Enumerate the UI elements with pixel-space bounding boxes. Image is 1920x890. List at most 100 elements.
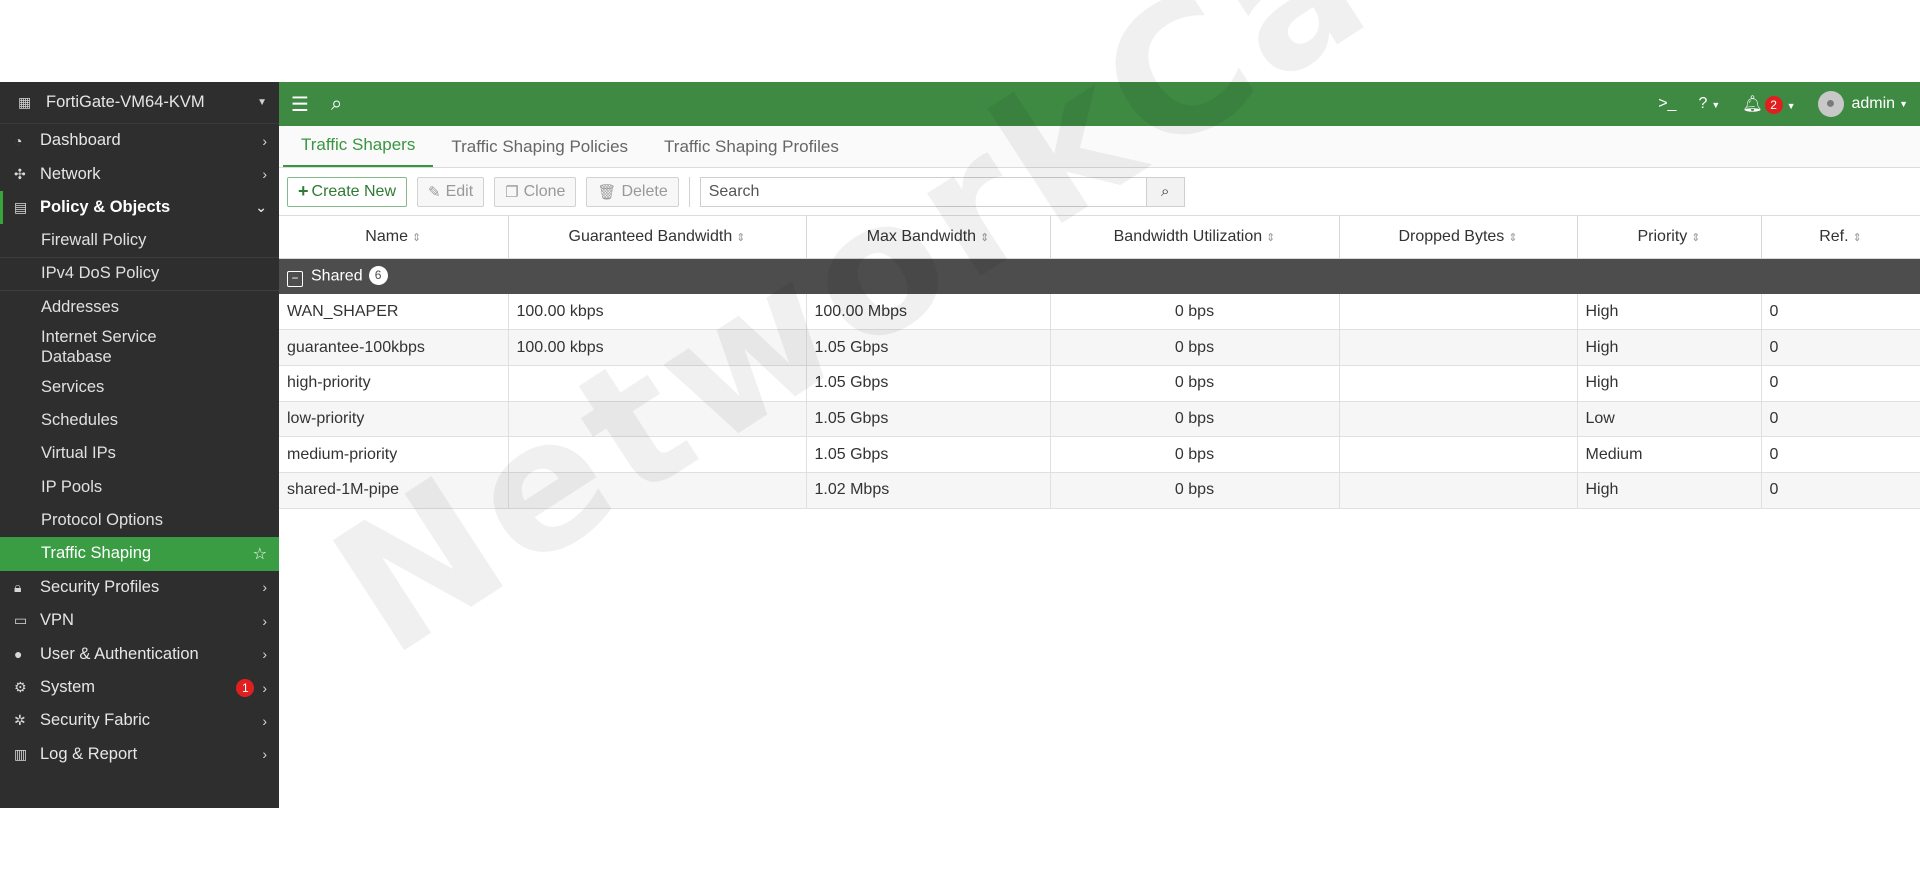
table-row[interactable]: medium-priority 1.05 Gbps 0 bps Medium 0 bbox=[279, 436, 1920, 473]
chevron-right-icon: › bbox=[262, 746, 267, 763]
table-row[interactable]: high-priority 1.05 Gbps 0 bps High 0 bbox=[279, 365, 1920, 402]
column-header-max-bandwidth[interactable]: Max Bandwidth ⇕ bbox=[806, 216, 1051, 259]
chevron-right-icon: › bbox=[262, 679, 267, 696]
table-row[interactable]: shared-1M-pipe 1.02 Mbps 0 bps High 0 bbox=[279, 472, 1920, 509]
cell-name: medium-priority bbox=[279, 436, 509, 473]
network-icon: ✣ bbox=[14, 165, 26, 182]
column-label: Priority bbox=[1637, 227, 1688, 245]
search-icon[interactable]: ⌕ bbox=[1145, 177, 1184, 206]
device-icon: ▦ bbox=[18, 94, 32, 110]
traffic-shapers-table: Name ⇕ Guaranteed Bandwidth ⇕ Max Bandwidt… bbox=[279, 216, 1920, 509]
sidebar-item-security-fabric[interactable]: ✲ Security Fabric › bbox=[0, 704, 279, 737]
column-header-guaranteed-bandwidth[interactable]: Guaranteed Bandwidth ⇕ bbox=[508, 216, 807, 259]
cell-ref-link[interactable]: 0 bbox=[1761, 401, 1920, 438]
column-header-priority[interactable]: Priority ⇕ bbox=[1577, 216, 1762, 259]
laptop-icon: ▭ bbox=[14, 612, 28, 629]
chevron-right-icon: › bbox=[262, 612, 267, 629]
cli-console-icon[interactable]: >_ bbox=[1658, 95, 1676, 113]
tab-traffic-shaping-policies[interactable]: Traffic Shaping Policies bbox=[433, 137, 646, 167]
table-row[interactable]: WAN_SHAPER 100.00 kbps 100.00 Mbps 0 bps… bbox=[279, 294, 1920, 331]
sidebar-subitem-protocol-options[interactable]: Protocol Options bbox=[0, 504, 279, 537]
cell-ref-link[interactable]: 0 bbox=[1761, 472, 1920, 509]
cell-name: WAN_SHAPER bbox=[279, 294, 509, 331]
chart-icon: ▥ bbox=[14, 745, 28, 762]
sidebar-item-log-report[interactable]: ▥ Log & Report › bbox=[0, 738, 279, 771]
cell-name: low-priority bbox=[279, 401, 509, 438]
sidebar-item-user-authentication[interactable]: ● User & Authentication › bbox=[0, 637, 279, 670]
create-new-button[interactable]: + Create New bbox=[287, 176, 407, 207]
cell-guaranteed bbox=[508, 472, 807, 509]
device-selector[interactable]: ▦ FortiGate-VM64-KVM ▼ bbox=[0, 82, 279, 124]
tab-traffic-shaping-profiles[interactable]: Traffic Shaping Profiles bbox=[646, 137, 857, 167]
sidebar-subitem-ipv4-dos-policy[interactable]: IPv4 DoS Policy bbox=[0, 258, 279, 291]
sidebar-subitem-ip-pools[interactable]: IP Pools bbox=[0, 471, 279, 504]
tab-traffic-shapers[interactable]: Traffic Shapers bbox=[283, 135, 434, 167]
sidebar-subitem-label: Traffic Shaping bbox=[41, 544, 152, 563]
sidebar-item-label: Log & Report bbox=[40, 744, 138, 763]
cell-utilization: 0 bps bbox=[1050, 329, 1340, 366]
sidebar-item-policy-objects[interactable]: ▤ Policy & Objects ⌄ bbox=[0, 190, 279, 225]
cell-name: high-priority bbox=[279, 365, 509, 402]
sidebar-subitem-addresses[interactable]: Addresses bbox=[0, 291, 279, 324]
sidebar-item-dashboard[interactable]: ◔ Dashboard › bbox=[0, 124, 279, 157]
column-header-ref[interactable]: Ref. ⇕ bbox=[1761, 216, 1920, 259]
user-menu[interactable]: ● admin ▼ bbox=[1817, 91, 1908, 117]
sidebar-subitem-schedules[interactable]: Schedules bbox=[0, 404, 279, 437]
sort-icon: ⇕ bbox=[1691, 231, 1701, 244]
delete-button[interactable]: 🗑︎ Delete bbox=[586, 176, 679, 207]
sidebar-subitem-label: Virtual IPs bbox=[41, 444, 116, 463]
hamburger-menu-icon[interactable]: ☰ bbox=[291, 92, 309, 117]
column-header-name[interactable]: Name ⇕ bbox=[279, 216, 509, 259]
tab-bar: Traffic Shapers Traffic Shaping Policies… bbox=[279, 126, 1920, 168]
sidebar-subitem-services[interactable]: Services bbox=[0, 370, 279, 403]
collapse-icon[interactable]: − bbox=[287, 271, 303, 287]
column-label: Max Bandwidth bbox=[866, 227, 977, 245]
cell-priority: High bbox=[1577, 365, 1762, 402]
cell-dropped bbox=[1339, 365, 1578, 402]
sidebar-item-vpn[interactable]: ▭ VPN › bbox=[0, 604, 279, 637]
cell-guaranteed: 100.00 kbps bbox=[508, 329, 807, 366]
button-label: Delete bbox=[621, 182, 668, 200]
sidebar-item-label: System bbox=[40, 678, 96, 697]
cell-name: shared-1M-pipe bbox=[279, 472, 509, 509]
gear-icon: ⚙ bbox=[14, 679, 27, 696]
cell-ref-link[interactable]: 0 bbox=[1761, 436, 1920, 473]
edit-button[interactable]: ✎ Edit bbox=[417, 176, 485, 207]
table-row[interactable]: guarantee-100kbps 100.00 kbps 1.05 Gbps … bbox=[279, 329, 1920, 366]
sidebar-subitem-virtual-ips[interactable]: Virtual IPs bbox=[0, 437, 279, 470]
cell-dropped bbox=[1339, 472, 1578, 509]
sidebar-subitem-firewall-policy[interactable]: Firewall Policy bbox=[0, 224, 279, 258]
sidebar-subitem-label: Protocol Options bbox=[41, 511, 163, 530]
sidebar-item-security-profiles[interactable]: 🔒︎ Security Profiles › bbox=[0, 571, 279, 604]
toolbar-divider bbox=[688, 176, 690, 207]
help-icon[interactable]: ? ▼ bbox=[1698, 95, 1720, 113]
column-label: Ref. bbox=[1819, 227, 1849, 245]
cell-dropped bbox=[1339, 401, 1578, 438]
button-label: Clone bbox=[523, 182, 566, 200]
column-header-bandwidth-utilization[interactable]: Bandwidth Utilization ⇕ bbox=[1050, 216, 1340, 259]
search-input[interactable] bbox=[700, 177, 1146, 206]
sort-icon: ⇕ bbox=[1508, 231, 1518, 244]
sidebar-item-label: Dashboard bbox=[40, 131, 121, 150]
cell-ref-link[interactable]: 0 bbox=[1761, 294, 1920, 331]
chevron-right-icon: › bbox=[262, 646, 267, 663]
clone-button[interactable]: ❐ Clone bbox=[494, 176, 577, 207]
cell-ref-link[interactable]: 0 bbox=[1761, 329, 1920, 366]
user-name: admin bbox=[1851, 95, 1896, 112]
sidebar-item-system[interactable]: ⚙ System 1 › bbox=[0, 671, 279, 704]
sidebar-subitem-internet-service-database[interactable]: Internet Service Database bbox=[0, 324, 279, 370]
group-row-shared[interactable]: − Shared 6 bbox=[279, 258, 1920, 294]
search-icon[interactable]: ⌕ bbox=[331, 93, 342, 116]
cell-utilization: 0 bps bbox=[1050, 294, 1340, 331]
sidebar-item-label: Security Fabric bbox=[40, 711, 151, 730]
notifications-button[interactable]: 🔔︎ 2 ▼ bbox=[1742, 94, 1796, 114]
clone-icon: ❐ bbox=[505, 183, 519, 201]
sidebar-subitem-traffic-shaping[interactable]: Traffic Shaping ☆ bbox=[0, 537, 279, 571]
table-row[interactable]: low-priority 1.05 Gbps 0 bps Low 0 bbox=[279, 401, 1920, 438]
policy-icon: ▤ bbox=[14, 198, 28, 215]
device-name: FortiGate-VM64-KVM bbox=[46, 93, 205, 111]
column-header-dropped-bytes[interactable]: Dropped Bytes ⇕ bbox=[1339, 216, 1578, 259]
sidebar-item-network[interactable]: ✣ Network › bbox=[0, 157, 279, 190]
cell-ref-link[interactable]: 0 bbox=[1761, 365, 1920, 402]
star-icon[interactable]: ☆ bbox=[253, 544, 267, 564]
